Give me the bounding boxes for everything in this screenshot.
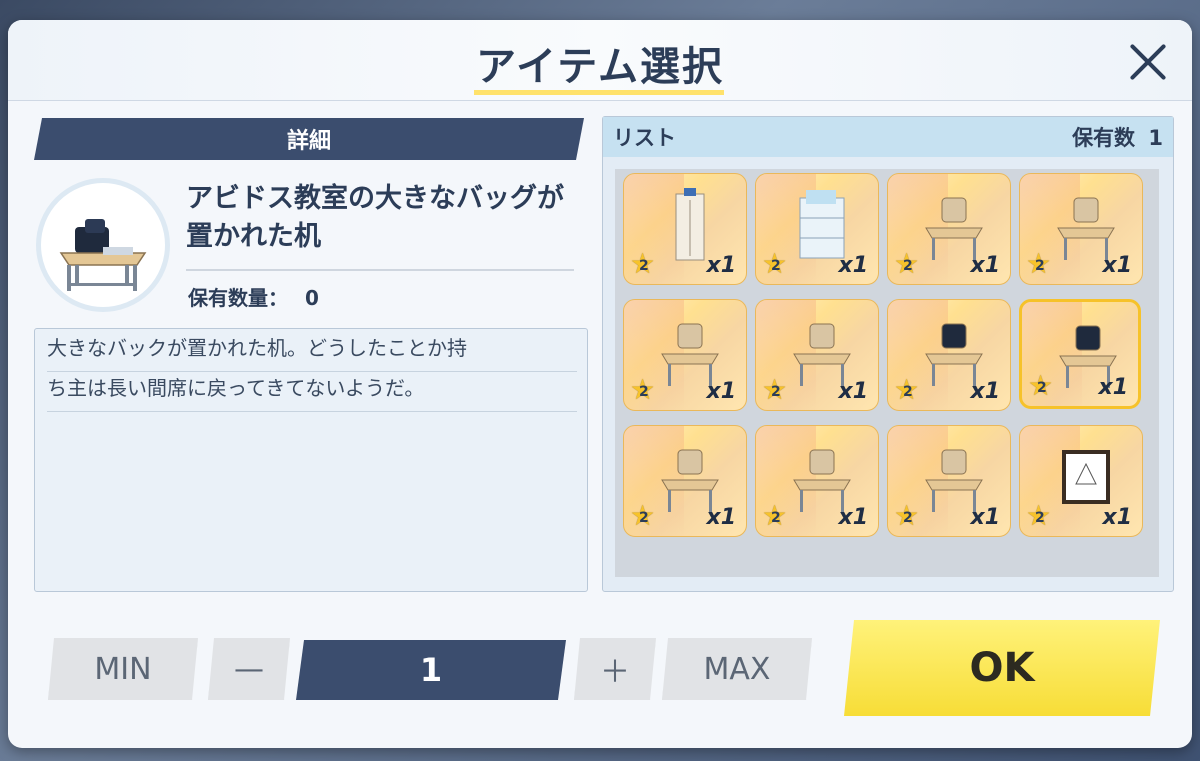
min-button[interactable]: MIN [48, 638, 198, 700]
item-quantity: x1 [706, 379, 737, 404]
owned-count-value: 1 [1148, 126, 1163, 150]
detail-banner: 詳細 [34, 118, 584, 160]
item-quantity: x1 [1102, 253, 1133, 278]
item-grid[interactable]: ★ 2 x1 ★ 2 x1 ★ 2 x1 ★ 2 x1 ★ 2 x1 ★ 2 x1 ★ 2 x1 ★ 2 x1 ★ 2 x1 ★ 2 x1… [615, 169, 1159, 577]
description-line: ち主は長い間席に戻ってきてないようだ。 [47, 371, 577, 412]
item-rarity: 2 [639, 384, 649, 400]
description-box: 大きなバックが置かれた机。どうしたことか持 ち主は長い間席に戻ってきてないようだ… [34, 328, 588, 592]
list-label: リスト [613, 126, 676, 150]
item-list-panel: リスト 保有数 1 ★ 2 x1 ★ 2 x1 ★ 2 x1 ★ 2 x1 ★ 2 x1 ★ 2 x1 ★ 2 x1 ★ 2… [602, 116, 1174, 592]
desk-with-cushion-icon [925, 197, 983, 260]
list-item[interactable]: ★ 2 x1 [755, 299, 879, 411]
item-quantity: x1 [838, 505, 869, 530]
list-item[interactable]: ★ 2 x1 [623, 173, 747, 285]
dialog-header: アイテム選択 [8, 20, 1192, 101]
list-item[interactable]: ★ 2 x1 [887, 425, 1011, 537]
item-rarity: 2 [771, 384, 781, 400]
list-item[interactable]: ★ 2 x1 [1019, 425, 1143, 537]
workbench-icon [925, 449, 983, 512]
plus-button[interactable]: ＋ [574, 638, 656, 700]
item-rarity: 2 [903, 510, 913, 526]
list-item[interactable]: ★ 2 x1 [1019, 299, 1141, 409]
list-item[interactable]: ★ 2 x1 [887, 173, 1011, 285]
desk-with-blue-cushion-icon [1057, 197, 1115, 260]
item-rarity: 2 [903, 384, 913, 400]
desk-with-blue-item-icon [793, 323, 851, 386]
desk-with-papers-icon [661, 323, 719, 386]
item-quantity: x1 [970, 253, 1001, 278]
item-quantity: x1 [838, 253, 869, 278]
ok-button[interactable]: OK [844, 620, 1160, 716]
item-rarity: 2 [639, 510, 649, 526]
list-item[interactable]: ★ 2 x1 [887, 299, 1011, 411]
list-item[interactable]: ★ 2 x1 [755, 425, 879, 537]
max-button[interactable]: MAX [662, 638, 812, 700]
item-rarity: 2 [903, 258, 913, 274]
list-item[interactable]: ★ 2 x1 [623, 425, 747, 537]
item-quantity: x1 [1098, 375, 1129, 400]
owned-count-label: 保有数 [1072, 126, 1136, 150]
framed-picture-icon [1062, 450, 1110, 504]
owned-count: 保有数 1 [1072, 122, 1163, 152]
vending-panel-icon [793, 449, 851, 512]
item-preview [36, 178, 170, 312]
owned-quantity-row: 保有数量： 0 [188, 282, 329, 311]
desk-with-bag-icon [59, 219, 147, 291]
quantity-field[interactable]: 1 [296, 640, 566, 700]
description-line: 大きなバックが置かれた机。どうしたことか持 [47, 331, 577, 372]
minus-button[interactable]: — [208, 638, 290, 700]
item-quantity: x1 [706, 253, 737, 278]
item-quantity: x1 [970, 379, 1001, 404]
shelf-icon [799, 190, 845, 259]
item-rarity: 2 [639, 258, 649, 274]
list-item[interactable]: ★ 2 x1 [623, 299, 747, 411]
list-item[interactable]: ★ 2 x1 [1019, 173, 1143, 285]
close-icon[interactable] [1126, 40, 1170, 84]
item-rarity: 2 [771, 510, 781, 526]
list-item[interactable]: ★ 2 x1 [755, 173, 879, 285]
list-header: リスト 保有数 1 [603, 117, 1173, 157]
title-underline [474, 90, 724, 95]
desk-with-bag-icon [925, 323, 983, 386]
item-quantity: x1 [706, 505, 737, 530]
item-rarity: 2 [771, 258, 781, 274]
item-quantity: x1 [970, 505, 1001, 530]
item-rarity: 2 [1035, 510, 1045, 526]
owned-quantity-value: 0 [304, 286, 319, 310]
item-quantity: x1 [838, 379, 869, 404]
item-rarity: 2 [1037, 380, 1047, 396]
item-select-dialog: アイテム選択 詳細 アビドス教室の大きなバッグが置かれた机 保有数量： 0 大き… [8, 20, 1192, 748]
weapon-rack-icon [661, 449, 719, 512]
dialog-title: アイテム選択 [476, 44, 724, 90]
owned-quantity-label: 保有数量： [188, 286, 288, 310]
item-quantity: x1 [1102, 505, 1133, 530]
locker-icon [675, 188, 705, 261]
item-rarity: 2 [1035, 258, 1045, 274]
item-name: アビドス教室の大きなバッグが置かれた机 [186, 183, 564, 252]
divider [186, 269, 574, 271]
